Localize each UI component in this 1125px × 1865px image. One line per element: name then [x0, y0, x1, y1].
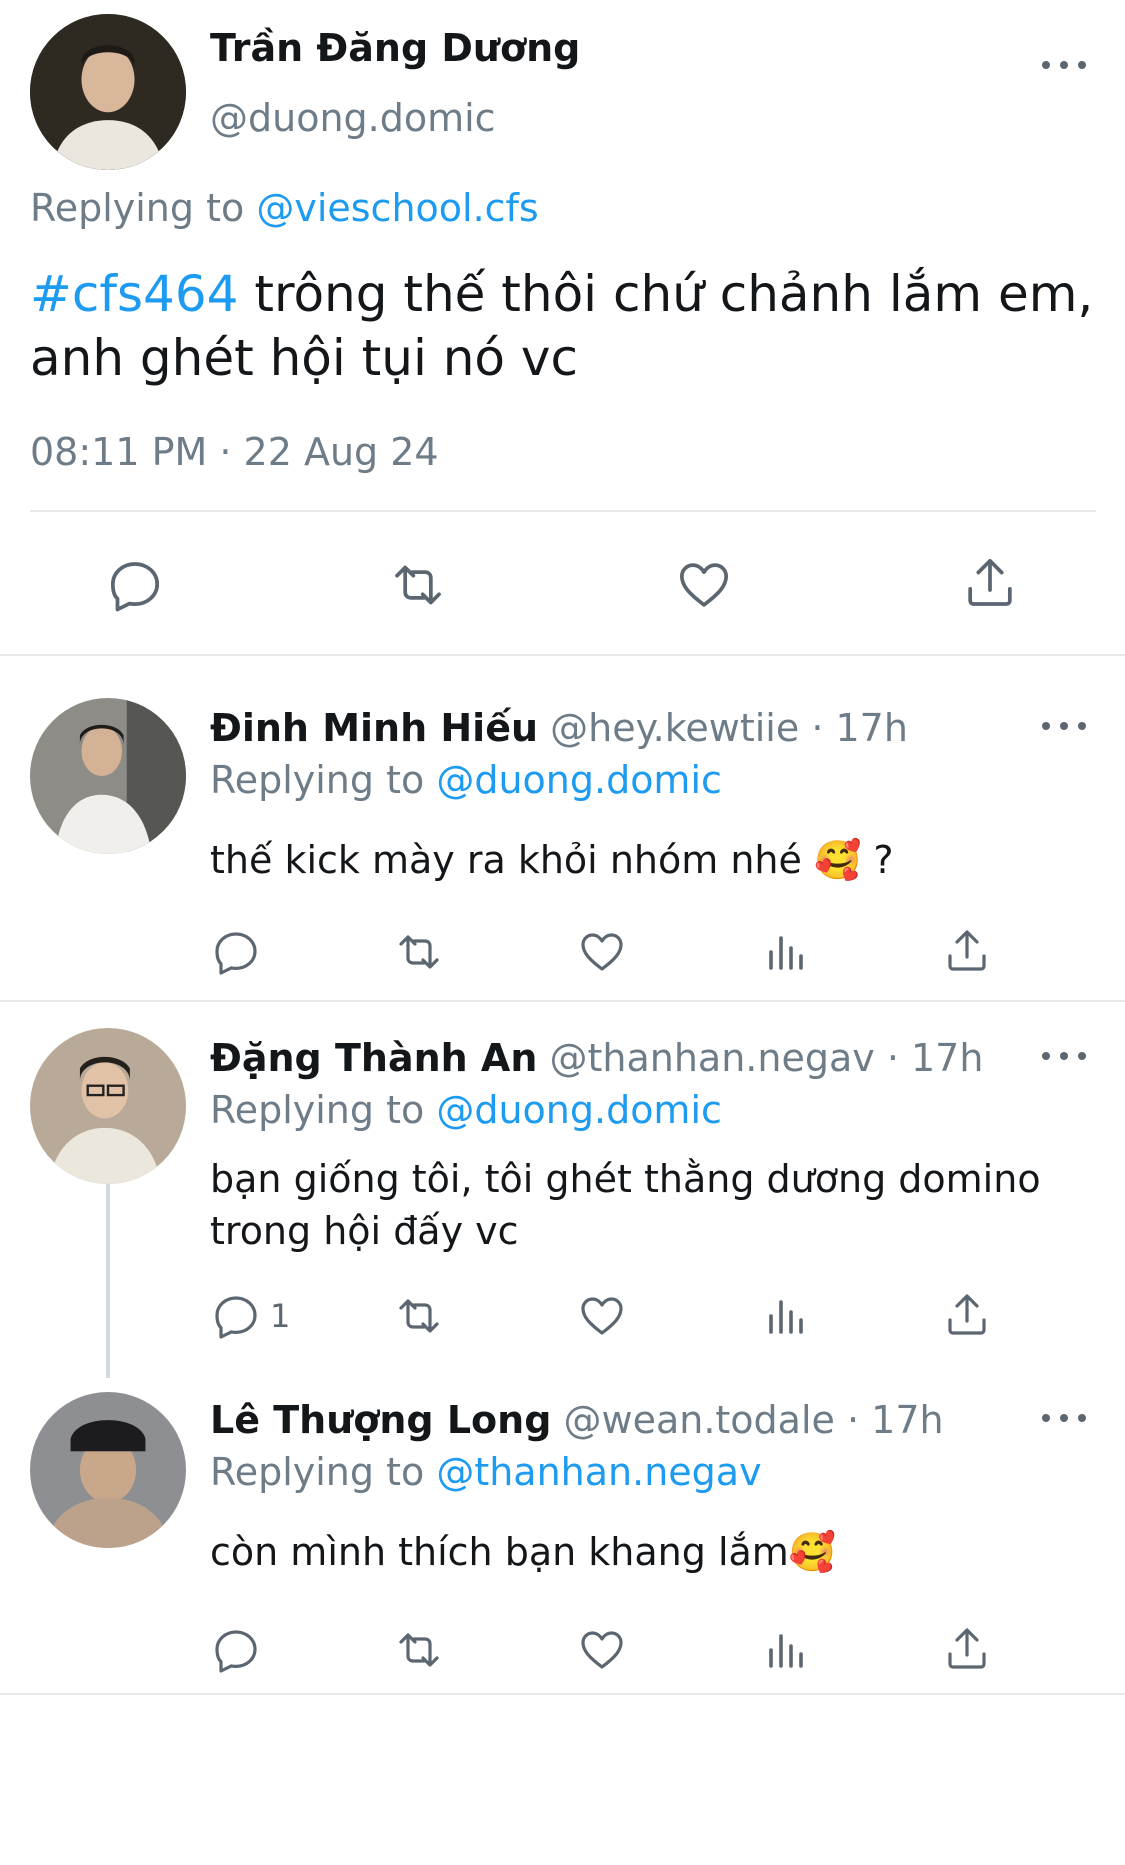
replying-to-link[interactable]: @thanhan.negav [436, 1450, 761, 1494]
replying-prefix: Replying to [30, 186, 245, 230]
replying-prefix: Replying to [210, 758, 425, 802]
analytics-icon [762, 1626, 810, 1674]
reply-avatar[interactable] [30, 698, 186, 854]
heart-icon [578, 1292, 626, 1340]
retweet-icon [393, 928, 445, 976]
reply-text: còn mình thích bạn khang lắm🥰 [210, 1530, 837, 1574]
retweet-icon [387, 557, 449, 613]
author-name[interactable]: Trần Đăng Dương [210, 26, 580, 70]
tweet-text: #cfs464 trông thế thôi chứ chảnh lắm em,… [30, 262, 1105, 390]
replying-to-line: Replying to @duong.domic [210, 1088, 722, 1132]
analytics-button[interactable] [762, 1292, 810, 1340]
share-button[interactable] [943, 1290, 991, 1340]
reply-handle[interactable]: @wean.todale [564, 1398, 835, 1442]
reply-avatar[interactable] [30, 1392, 186, 1548]
replying-to-link[interactable]: @vieschool.cfs [256, 186, 538, 230]
reply-text-line1: bạn giống tôi, tôi ghét thằng dương domi… [210, 1157, 1041, 1201]
reply-button[interactable] [107, 557, 163, 613]
reply-button[interactable] [212, 928, 268, 976]
reply-text: bạn giống tôi, tôi ghét thằng dương domi… [210, 1153, 1041, 1257]
tweet-text-line1: trông thế thôi chứ chảnh lắm em, [238, 265, 1094, 323]
like-button[interactable] [578, 1292, 626, 1340]
reply-time: · 17h [834, 1398, 944, 1442]
replying-to-line: Replying to @vieschool.cfs [30, 186, 539, 230]
author-handle[interactable]: @duong.domic [210, 96, 496, 140]
tweet-text-line2: anh ghét hội tụi nó vc [30, 329, 578, 387]
timestamp: 08:11 PM · 22 Aug 24 [30, 430, 439, 474]
share-icon [943, 1290, 991, 1340]
retweet-button[interactable] [387, 557, 449, 613]
analytics-icon [762, 1292, 810, 1340]
retweet-button[interactable] [393, 1626, 445, 1674]
more-icon[interactable] [1042, 716, 1086, 736]
reply-handle[interactable]: @hey.kewtiie [550, 706, 799, 750]
heart-icon [676, 557, 732, 613]
reply-author-name[interactable]: Đặng Thành An [210, 1036, 537, 1080]
replying-to-line: Replying to @thanhan.negav [210, 1450, 762, 1494]
reply-time: · 17h [799, 706, 908, 750]
reply-header: Đinh Minh Hiếu @hey.kewtiie · 17h [210, 706, 908, 750]
reply-icon [107, 557, 163, 613]
thread-line [106, 1180, 110, 1378]
reply-count: 1 [270, 1297, 291, 1335]
more-icon[interactable] [1042, 55, 1086, 75]
reply-icon [212, 928, 260, 976]
analytics-button[interactable] [762, 1626, 810, 1674]
author-avatar[interactable] [30, 14, 186, 170]
replying-prefix: Replying to [210, 1450, 425, 1494]
reply-button[interactable] [212, 1626, 268, 1674]
divider [0, 654, 1125, 656]
replying-to-link[interactable]: @duong.domic [436, 758, 722, 802]
share-button[interactable] [962, 553, 1018, 613]
more-icon[interactable] [1042, 1046, 1086, 1066]
reply-author-name[interactable]: Đinh Minh Hiếu [210, 706, 538, 750]
share-icon [962, 553, 1018, 613]
reply-header: Đặng Thành An @thanhan.negav · 17h [210, 1036, 983, 1080]
analytics-button[interactable] [762, 928, 810, 976]
reply-icon [212, 1626, 260, 1674]
replying-prefix: Replying to [210, 1088, 425, 1132]
retweet-button[interactable] [393, 928, 445, 976]
divider [30, 510, 1096, 512]
like-button[interactable] [578, 928, 626, 976]
retweet-icon [393, 1292, 445, 1340]
replying-to-line: Replying to @duong.domic [210, 758, 722, 802]
like-button[interactable] [578, 1626, 626, 1674]
reply-author-name[interactable]: Lê Thượng Long [210, 1398, 551, 1442]
divider [0, 1000, 1125, 1002]
like-button[interactable] [676, 557, 732, 613]
reply-avatar[interactable] [30, 1028, 186, 1184]
heart-icon [578, 1626, 626, 1674]
hashtag-link[interactable]: #cfs464 [30, 265, 238, 323]
share-button[interactable] [943, 926, 991, 976]
replying-to-link[interactable]: @duong.domic [436, 1088, 722, 1132]
reply-handle[interactable]: @thanhan.negav [549, 1036, 874, 1080]
divider [0, 1693, 1125, 1695]
more-icon[interactable] [1042, 1408, 1086, 1428]
reply-text-line2: trong hội đấy vc [210, 1209, 519, 1253]
share-icon [943, 1624, 991, 1674]
reply-icon [212, 1292, 260, 1340]
reply-header: Lê Thượng Long @wean.todale · 17h [210, 1398, 944, 1442]
share-icon [943, 926, 991, 976]
reply-button[interactable]: 1 [212, 1292, 290, 1340]
retweet-icon [393, 1626, 445, 1674]
reply-time: · 17h [874, 1036, 984, 1080]
heart-icon [578, 928, 626, 976]
retweet-button[interactable] [393, 1292, 445, 1340]
reply-text: thế kick mày ra khỏi nhóm nhé 🥰 ? [210, 838, 894, 882]
share-button[interactable] [943, 1624, 991, 1674]
analytics-icon [762, 928, 810, 976]
